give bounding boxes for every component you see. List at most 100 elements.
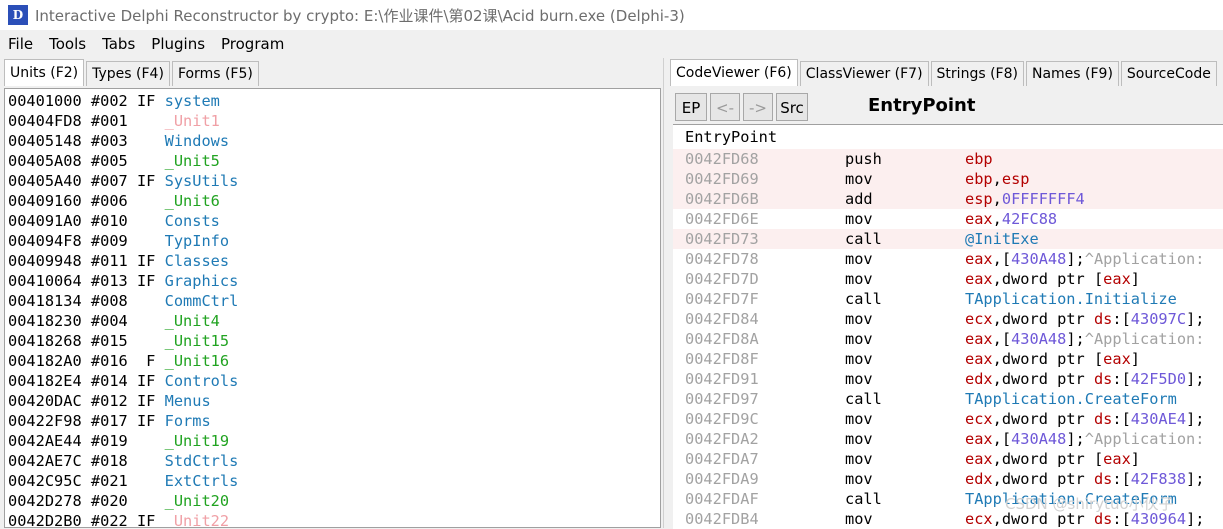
- units-list: 00401000 #002 IF system 00404FD8 #001 _Un…: [8, 91, 238, 527]
- code-row[interactable]: 0042FD6E mov eax,42FC88: [673, 209, 1223, 229]
- code-row[interactable]: 0042FD73 call @InitExe: [673, 229, 1223, 249]
- code-row[interactable]: 0042FD78 mov eax,[430A48];^Application:: [673, 249, 1223, 269]
- tab-forms[interactable]: Forms (F5): [171, 61, 259, 86]
- unit-number: #013: [90, 272, 128, 290]
- unit-row[interactable]: 00409948 #011 IF Classes: [8, 251, 238, 271]
- tab-sourcecode[interactable]: SourceCode: [1120, 61, 1217, 86]
- code-address: 0042FD68: [685, 150, 759, 168]
- unit-row[interactable]: 00410064 #013 IF Graphics: [8, 271, 238, 291]
- operand-token: ,dword ptr [: [992, 270, 1104, 288]
- unit-row[interactable]: 0042D2B0 #022 IF _Unit22: [8, 511, 238, 527]
- unit-row[interactable]: 00404FD8 #001 _Unit1: [8, 111, 238, 131]
- code-row[interactable]: 0042FD7F call TApplication.Initialize: [673, 289, 1223, 309]
- unit-name: _Unit4: [164, 312, 220, 330]
- code-row[interactable]: 0042FD8A mov eax,[430A48];^Application:: [673, 329, 1223, 349]
- unit-row[interactable]: 00418230 #004 _Unit4: [8, 311, 238, 331]
- unit-row[interactable]: 00405148 #003 Windows: [8, 131, 238, 151]
- unit-row[interactable]: 0042D278 #020 _Unit20: [8, 491, 238, 511]
- operand-token: 430A48: [1011, 430, 1067, 448]
- operand-token: eax: [965, 270, 993, 288]
- operand-token: edx: [965, 470, 993, 488]
- operand-token: ];: [1066, 250, 1085, 268]
- tab-types[interactable]: Types (F4): [86, 61, 170, 86]
- unit-row[interactable]: 0042AE44 #019 _Unit19: [8, 431, 238, 451]
- code-row[interactable]: 0042FD8F mov eax,dword ptr [eax]: [673, 349, 1223, 369]
- unit-number: #015: [90, 332, 128, 350]
- code-row[interactable]: 0042FD7D mov eax,dword ptr [eax]: [673, 269, 1223, 289]
- operand-token: ];: [1066, 430, 1085, 448]
- operand-token[interactable]: TApplication.CreateForm: [965, 390, 1177, 408]
- unit-row[interactable]: 00405A40 #007 IF SysUtils: [8, 171, 238, 191]
- menu-tools[interactable]: Tools: [41, 35, 94, 53]
- operand-token: esp: [1001, 170, 1030, 188]
- code-row[interactable]: 0042FD84 mov ecx,dword ptr ds:[43097C];: [673, 309, 1223, 329]
- unit-row[interactable]: 004182E4 #014 IF Controls: [8, 371, 238, 391]
- operand-token: 430A48: [1011, 250, 1067, 268]
- tab-strings[interactable]: Strings (F8): [930, 61, 1024, 86]
- unit-row[interactable]: 0042AE7C #018 StdCtrls: [8, 451, 238, 471]
- unit-name: _Unit20: [164, 492, 230, 510]
- unit-number: #005: [90, 152, 128, 170]
- back-button[interactable]: <-: [710, 93, 740, 121]
- unit-row[interactable]: 004091A0 #010 Consts: [8, 211, 238, 231]
- code-row[interactable]: 0042FDA7 mov eax,dword ptr [eax]: [673, 449, 1223, 469]
- tab-codeviewer[interactable]: CodeViewer (F6): [670, 59, 798, 86]
- panel-splitter[interactable]: [663, 58, 668, 528]
- unit-name: Graphics: [164, 272, 239, 290]
- operand-token: 42F838: [1130, 470, 1187, 488]
- code-address: 0042FD91: [685, 370, 759, 388]
- code-mnemonic: call: [845, 490, 882, 508]
- operand-token: :[: [1112, 310, 1131, 328]
- code-operands: edx,dword ptr ds:[42F5D0];: [965, 369, 1204, 389]
- unit-number: #012: [90, 392, 128, 410]
- right-tab-bar: CodeViewer (F6) ClassViewer (F7) Strings…: [670, 59, 1219, 87]
- unit-row[interactable]: 00420DAC #012 IF Menus: [8, 391, 238, 411]
- code-row[interactable]: 0042FD97 call TApplication.CreateForm: [673, 389, 1223, 409]
- operand-token[interactable]: TApplication.Initialize: [965, 290, 1177, 308]
- src-button[interactable]: Src: [776, 93, 808, 121]
- unit-row[interactable]: 00418268 #015 _Unit15: [8, 331, 238, 351]
- unit-number: #009: [90, 232, 128, 250]
- tab-names[interactable]: Names (F9): [1025, 61, 1119, 86]
- unit-name: Consts: [164, 212, 220, 230]
- unit-row[interactable]: 00418134 #008 CommCtrl: [8, 291, 238, 311]
- unit-row[interactable]: 00409160 #006 _Unit6: [8, 191, 238, 211]
- forward-button[interactable]: ->: [743, 93, 773, 121]
- unit-name: StdCtrls: [164, 452, 239, 470]
- tab-classviewer[interactable]: ClassViewer (F7): [799, 61, 929, 86]
- menu-plugins[interactable]: Plugins: [143, 35, 213, 53]
- code-row[interactable]: 0042FD69 mov ebp,esp: [673, 169, 1223, 189]
- menu-file[interactable]: File: [0, 35, 41, 53]
- unit-name: _Unit15: [164, 332, 230, 350]
- code-row[interactable]: 0042FD68 push ebp: [673, 149, 1223, 169]
- operand-token: eax: [965, 330, 993, 348]
- units-list-panel[interactable]: 00401000 #002 IF system 00404FD8 #001 _Un…: [4, 88, 661, 528]
- operand-token: eax: [965, 250, 993, 268]
- code-row[interactable]: 0042FD91 mov edx,dword ptr ds:[42F5D0];: [673, 369, 1223, 389]
- unit-row[interactable]: 004182A0 #016 F _Unit16: [8, 351, 238, 371]
- code-row[interactable]: 0042FDA9 mov edx,dword ptr ds:[42F838];: [673, 469, 1223, 489]
- operand-token: ebp: [965, 170, 993, 188]
- unit-row[interactable]: 00422F98 #017 IF Forms: [8, 411, 238, 431]
- code-row[interactable]: 0042FD9C mov ecx,dword ptr ds:[430AE4];: [673, 409, 1223, 429]
- menu-program[interactable]: Program: [213, 35, 292, 53]
- operand-token: ds: [1093, 470, 1113, 488]
- ep-button[interactable]: EP: [675, 93, 707, 121]
- unit-row[interactable]: 00401000 #002 IF system: [8, 91, 238, 111]
- unit-row[interactable]: 0042C95C #021 ExtCtrls: [8, 471, 238, 491]
- code-row[interactable]: 0042FD6B add esp,0FFFFFFF4: [673, 189, 1223, 209]
- unit-name: _Unit5: [164, 152, 220, 170]
- tab-units[interactable]: Units (F2): [4, 59, 85, 86]
- code-mnemonic: mov: [845, 430, 873, 448]
- code-operands: TApplication.CreateForm: [965, 389, 1177, 409]
- code-header: EntryPoint: [685, 128, 778, 146]
- unit-row[interactable]: 00405A08 #005 _Unit5: [8, 151, 238, 171]
- operand-token: ,dword ptr [: [992, 350, 1104, 368]
- menu-tabs[interactable]: Tabs: [94, 35, 143, 53]
- unit-number: #021: [90, 472, 128, 490]
- code-operands: esp,0FFFFFFF4: [965, 189, 1085, 209]
- operand-token[interactable]: @InitExe: [965, 230, 1039, 248]
- code-row[interactable]: 0042FDA2 mov eax,[430A48];^Application:: [673, 429, 1223, 449]
- unit-row[interactable]: 004094F8 #009 TypInfo: [8, 231, 238, 251]
- code-viewer[interactable]: EntryPoint 0042FD68 push ebp 0042FD69 mov ebp…: [673, 124, 1223, 529]
